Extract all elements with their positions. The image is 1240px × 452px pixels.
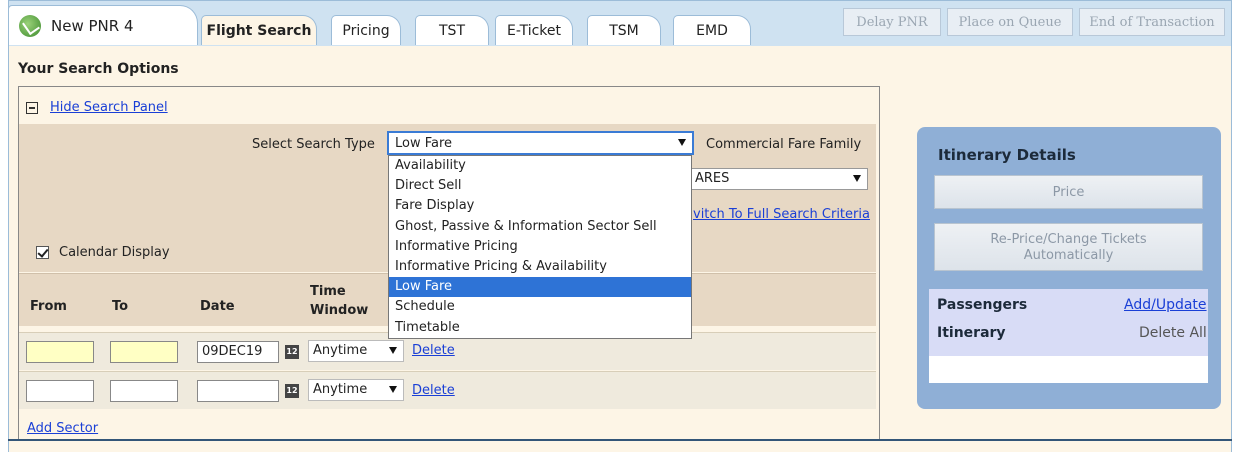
delay-pnr-button[interactable]: Delay PNR: [843, 8, 941, 36]
fare-family-value: ARES: [695, 171, 730, 186]
fare-family-label: Commercial Fare Family: [706, 137, 862, 152]
collapse-icon[interactable]: [26, 101, 38, 114]
col-date: Date: [200, 299, 235, 314]
delete-sector-link[interactable]: Delete: [412, 383, 455, 398]
col-from: From: [30, 299, 67, 314]
dropdown-option-selected[interactable]: Low Fare: [389, 277, 691, 298]
itinerary-title: Itinerary Details: [938, 146, 1076, 164]
date-input[interactable]: [197, 380, 279, 402]
reprice-button[interactable]: Re-Price/Change Tickets Automatically: [934, 223, 1203, 271]
dropdown-option[interactable]: Timetable: [389, 318, 691, 338]
calendar-icon[interactable]: 12: [285, 384, 299, 398]
chevron-down-icon: [678, 139, 686, 146]
dropdown-option[interactable]: Informative Pricing: [389, 237, 691, 257]
tab-tsm[interactable]: TSM: [587, 15, 661, 45]
hide-search-panel-link[interactable]: Hide Search Panel: [50, 100, 168, 115]
calendar-display-label: Calendar Display: [59, 245, 170, 260]
time-window-value: Anytime: [313, 382, 368, 397]
search-type-dropdown: Availability Direct Sell Fare Display Gh…: [388, 155, 692, 339]
calendar-display-row: Calendar Display: [36, 245, 170, 260]
pnr-check-icon: [19, 14, 41, 37]
price-button[interactable]: Price: [934, 175, 1203, 209]
dropdown-option[interactable]: Fare Display: [389, 196, 691, 216]
add-sector-link[interactable]: Add Sector: [27, 421, 98, 436]
time-window-value: Anytime: [313, 343, 368, 358]
tab-emd[interactable]: EMD: [673, 15, 751, 45]
from-input[interactable]: [26, 380, 94, 402]
chevron-down-icon: [389, 386, 397, 393]
from-input[interactable]: [26, 341, 94, 363]
itinerary-label: Itinerary: [937, 325, 1006, 341]
search-type-value: Low Fare: [395, 136, 453, 151]
dropdown-option[interactable]: Direct Sell: [389, 176, 691, 196]
tab-flight-search[interactable]: Flight Search: [201, 15, 317, 45]
col-to: To: [112, 299, 129, 314]
dropdown-option[interactable]: Ghost, Passive & Information Sector Sell: [389, 217, 691, 237]
dropdown-option[interactable]: Informative Pricing & Availability: [389, 257, 691, 277]
reprice-button-line1: Re-Price/Change Tickets: [990, 232, 1147, 247]
delete-sector-link[interactable]: Delete: [412, 343, 455, 358]
chevron-down-icon: [853, 175, 861, 182]
pnr-tab-label: New PNR 4: [51, 16, 134, 35]
calendar-icon[interactable]: 12: [285, 345, 299, 359]
bottom-divider: [8, 439, 1232, 441]
switch-full-search-link[interactable]: vitch To Full Search Criteria: [693, 207, 870, 222]
chevron-down-icon: [389, 347, 397, 354]
end-of-transaction-button[interactable]: End of Transaction: [1079, 8, 1225, 36]
calendar-display-checkbox[interactable]: [36, 246, 49, 259]
col-time: Time: [310, 284, 346, 299]
pnr-tab[interactable]: New PNR 4: [8, 5, 198, 45]
dropdown-option[interactable]: Availability: [389, 156, 691, 176]
time-window-select[interactable]: Anytime: [308, 379, 404, 401]
reprice-button-line2: Automatically: [1023, 248, 1114, 263]
tab-pricing[interactable]: Pricing: [331, 15, 401, 45]
search-options-title: Your Search Options: [18, 61, 179, 77]
add-update-passengers-link[interactable]: Add/Update: [1124, 297, 1207, 313]
to-input[interactable]: [110, 341, 178, 363]
place-on-queue-button[interactable]: Place on Queue: [947, 8, 1073, 36]
fare-family-select[interactable]: ARES: [690, 168, 868, 190]
col-window: Window: [310, 303, 369, 318]
to-input[interactable]: [110, 380, 178, 402]
time-window-select[interactable]: Anytime: [308, 340, 404, 362]
select-search-type-label: Select Search Type: [252, 137, 375, 152]
hide-search-panel-row: Hide Search Panel: [26, 100, 168, 115]
passengers-label: Passengers: [937, 297, 1028, 313]
date-input[interactable]: 09DEC19: [197, 341, 279, 363]
delete-all-link[interactable]: Delete All: [1139, 325, 1207, 341]
tab-e-ticket[interactable]: E-Ticket: [495, 15, 573, 45]
search-type-select[interactable]: Low Fare: [387, 131, 694, 155]
tab-tst[interactable]: TST: [415, 15, 489, 45]
dropdown-option[interactable]: Schedule: [389, 297, 691, 317]
